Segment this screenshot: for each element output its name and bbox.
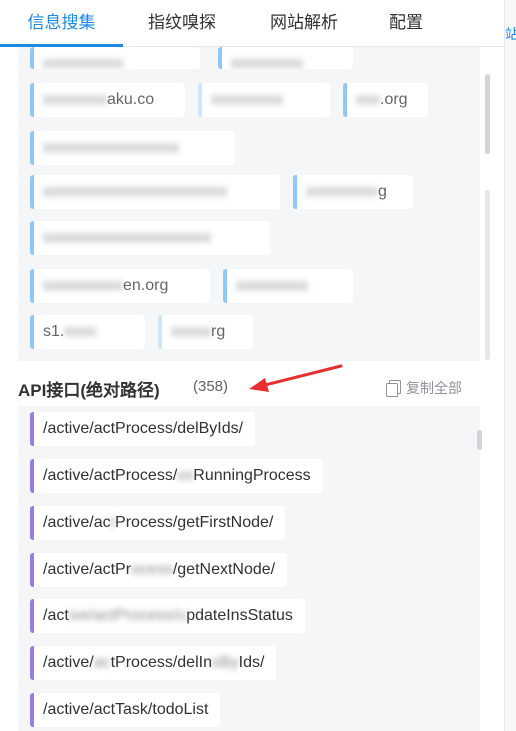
domain-chip-blurred: xxx <box>356 91 380 108</box>
domain-chip-blurred: xxxxxxxxxxxxxxxxxxxxx <box>43 229 211 246</box>
domain-chip[interactable]: xxxxxxxxxxxxxxxxxxxxxxx <box>30 175 280 209</box>
domain-chip-text: g <box>378 183 387 200</box>
domain-chip-text: .org <box>380 91 408 108</box>
tab-bar: 信息搜集 指纹嗅探 网站解析 配置 <box>0 0 504 47</box>
tab-info-gathering[interactable]: 信息搜集 <box>0 0 123 47</box>
domain-chip-text: s1. <box>43 323 65 340</box>
domain-list-panel: xxxxxxxxxx xxxxxxxxx xxxxxxxxaku.co xxxx… <box>18 47 480 361</box>
api-item-text: /active/ac <box>43 514 111 531</box>
domain-list-scrollbar[interactable] <box>485 74 490 154</box>
domain-chip-blurred: xxxxxxxxx <box>211 91 283 108</box>
api-item-text: /active/actProcess/delByIds/ <box>43 420 244 437</box>
domain-chip[interactable]: xxxxxxxxxxen.org <box>30 269 210 303</box>
domain-chip-blurred: xxxxxxxxx <box>231 55 303 69</box>
tab-fingerprint[interactable]: 指纹嗅探 <box>123 0 241 47</box>
domain-chip-blurred: xxxxxxxx <box>43 91 107 108</box>
api-count: (358) <box>193 378 229 395</box>
api-item-blurred: ac <box>93 654 111 671</box>
api-item-text: /act <box>43 607 69 624</box>
api-item-blurred: ive/actProcess/u <box>68 607 187 624</box>
domain-chip-blurred: xxxxxxxxx <box>306 183 378 200</box>
red-arrow-annotation <box>249 364 343 392</box>
domain-chip[interactable]: xxxxxxxxaku.co <box>30 83 185 117</box>
domain-chip[interactable]: xxxxxxxxxx <box>30 47 200 69</box>
api-item-text: /active/actTask/todoList <box>43 701 209 718</box>
copy-icon <box>386 380 401 397</box>
api-item-text-tail: Process/getFirstNode/ <box>115 514 274 531</box>
domain-chip[interactable]: xxxxxxxxxxxxxxxxxxxxx <box>30 221 270 255</box>
background-text-fragment: 站 <box>505 26 516 42</box>
domain-chip[interactable]: xxxxxrg <box>158 315 253 349</box>
domain-chip[interactable]: xxxxxxxxx <box>218 47 353 69</box>
domain-chip-text: aku.co <box>107 91 155 108</box>
api-list-scrollbar[interactable] <box>477 430 482 450</box>
api-item-text-tail: RunningProcess <box>193 467 311 484</box>
api-item-blurred: xx <box>177 467 194 484</box>
domain-chip[interactable]: xxxxxxxxxxxxxxxxx <box>30 131 235 165</box>
domain-chip[interactable]: xxxxxxxxx <box>198 83 330 117</box>
tab-site-analysis[interactable]: 网站解析 <box>241 0 367 47</box>
api-item[interactable]: /active/actTask/todoList <box>30 693 221 727</box>
api-section-title: API接口(绝对路径) <box>18 381 160 400</box>
domain-chip[interactable]: xxxxxxxxxg <box>293 175 413 209</box>
api-item-text: /active/ <box>43 654 94 671</box>
domain-chip-blurred: xxxxxxxxxx <box>43 55 123 69</box>
api-item-text-tail: Ids/ <box>238 654 265 671</box>
api-item[interactable]: /active/actProcess/xxRunningProcess <box>30 459 323 493</box>
background-window-edge: 站 <box>504 0 516 731</box>
domain-chip[interactable]: s1.xxxx <box>30 315 145 349</box>
api-item-text-tail: tProcess/delIn <box>110 654 212 671</box>
domain-chip-blurred: xxxx <box>64 323 97 340</box>
domain-chip-blurred: xxxxxxxxxxxxxxxxx <box>43 139 179 156</box>
domain-list-scroll-track <box>485 190 490 360</box>
api-item-text: /active/actPr <box>43 561 132 578</box>
api-item-blurred: ocess <box>131 561 173 578</box>
domain-chip-blurred: xxxxxxxxxxxxxxxxxxxxxxx <box>43 183 227 200</box>
api-item[interactable]: /active/actProcess/getNextNode/ <box>30 553 288 587</box>
api-list-panel: /active/actProcess/delByIds/ /active/act… <box>18 406 480 731</box>
api-item-text-tail: pdateInsStatus <box>186 607 293 624</box>
domain-chip-blurred: xxxxxxxxx <box>236 277 308 294</box>
domain-chip-text: rg <box>211 323 226 340</box>
api-item[interactable]: /active/actProcess/updateInsStatus <box>30 599 305 633</box>
copy-all-button[interactable]: 复制全部 <box>386 378 462 398</box>
domain-chip[interactable]: xxx.org <box>343 83 428 117</box>
domain-chip-text: en.org <box>123 277 169 294</box>
api-item[interactable]: /active/actProcess/getFirstNode/ <box>30 506 286 540</box>
api-item-text: /active/actProcess/ <box>43 467 178 484</box>
api-item-text-tail: /getNextNode/ <box>172 561 276 578</box>
tab-settings[interactable]: 配置 <box>367 0 445 47</box>
domain-chip-blurred: xxxxxxxxxx <box>43 277 123 294</box>
domain-chip[interactable]: xxxxxxxxx <box>223 269 353 303</box>
copy-all-label: 复制全部 <box>406 380 462 396</box>
api-item-blurred: t <box>110 514 116 531</box>
api-item[interactable]: /active/actProcess/delInsByIds/ <box>30 646 277 680</box>
api-item-blurred: sBy <box>211 654 239 671</box>
domain-chip-blurred: xxxxx <box>171 323 211 340</box>
api-item[interactable]: /active/actProcess/delByIds/ <box>30 412 256 446</box>
